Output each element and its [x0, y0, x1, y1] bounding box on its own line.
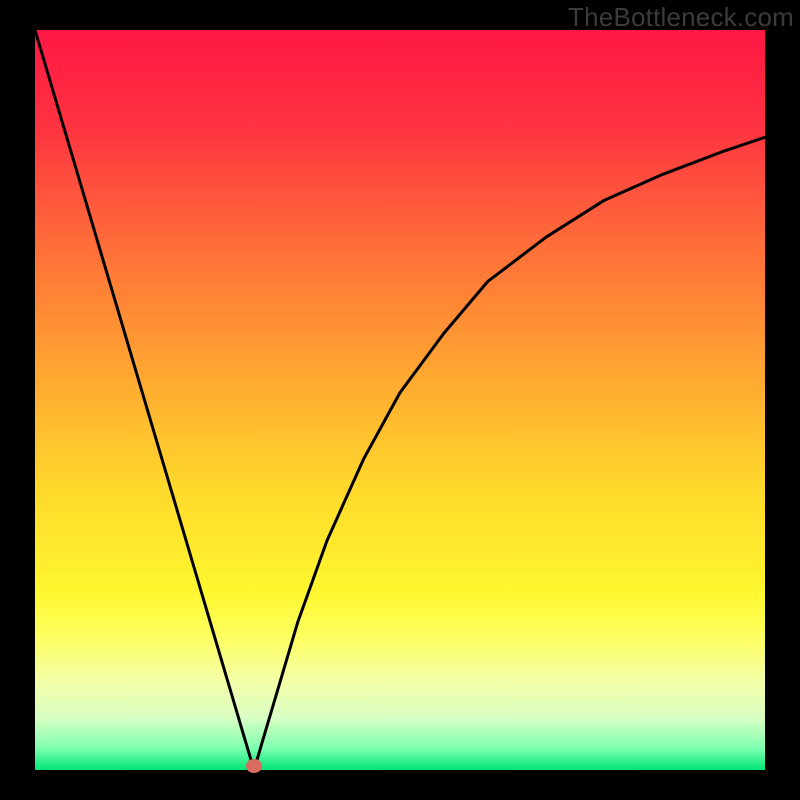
minimum-marker [246, 759, 262, 773]
bottleneck-chart [0, 0, 800, 800]
watermark-text: TheBottleneck.com [568, 2, 794, 33]
chart-container: TheBottleneck.com [0, 0, 800, 800]
